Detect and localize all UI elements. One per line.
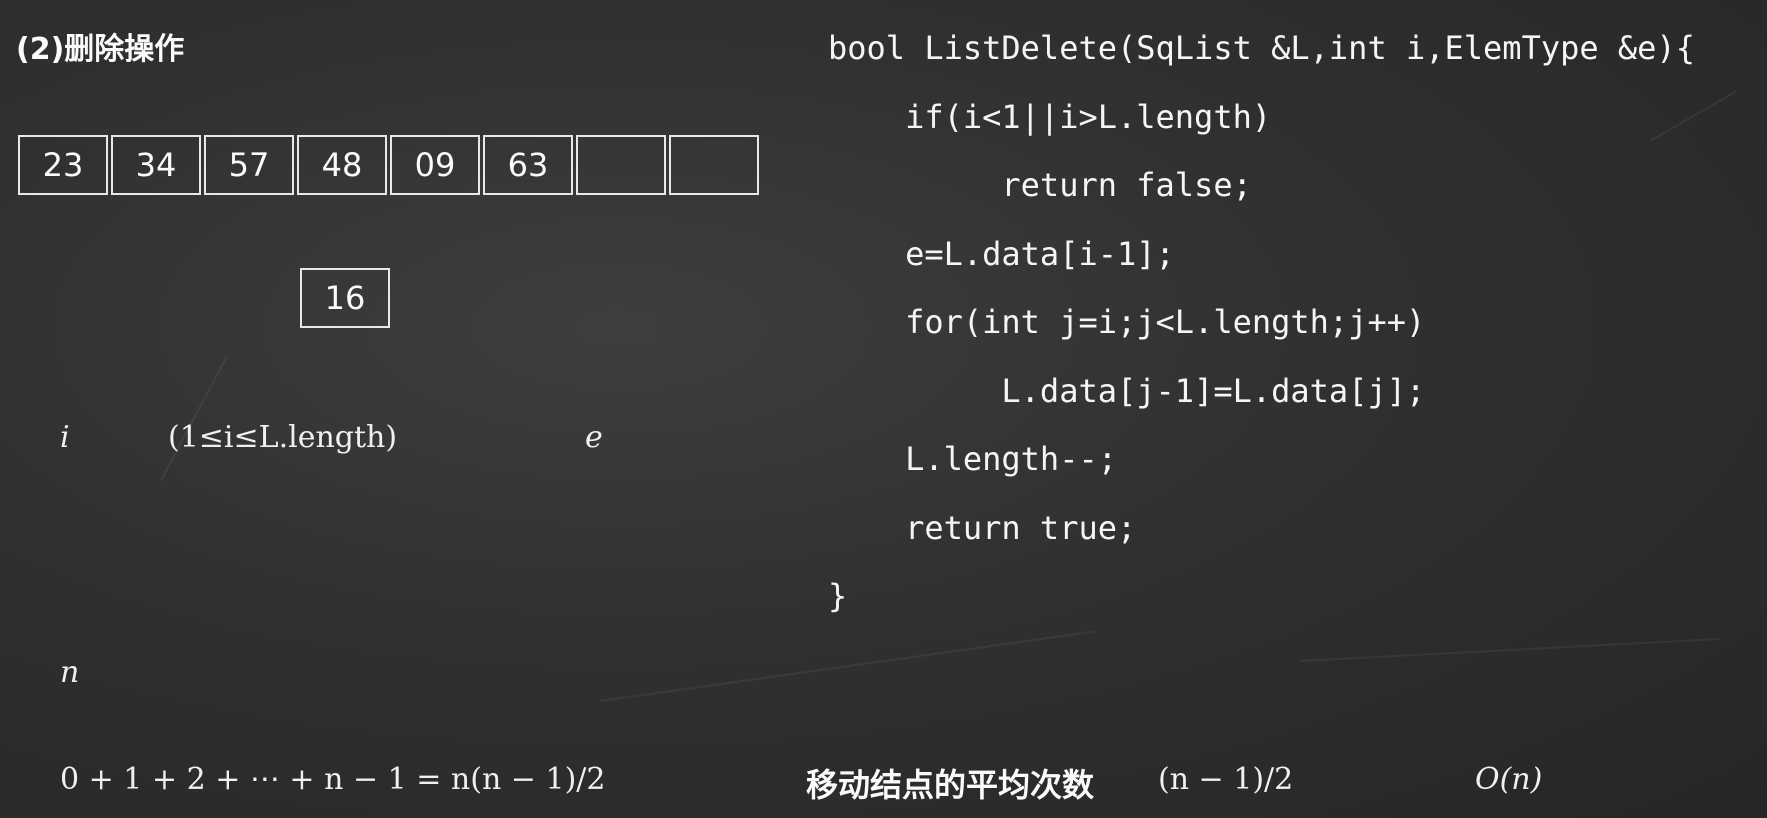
code-line: bool ListDelete(SqList &L,int i,ElemType… <box>828 29 1695 67</box>
section-title: (2)删除操作 <box>16 32 185 67</box>
math-range: (1≤i≤L.length) <box>168 420 398 455</box>
average-moves-label: 移动结点的平均次数 <box>806 766 1095 804</box>
array-cell: 48 <box>297 135 387 195</box>
math-n-label: n <box>60 655 80 690</box>
math-i-label: i <box>60 420 70 455</box>
code-line: for(int j=i;j<L.length;j++) <box>828 303 1426 341</box>
deleted-element-box: 16 <box>300 268 390 328</box>
math-e-label: e <box>585 420 603 455</box>
array-cell-empty <box>576 135 666 195</box>
math-average-value: (n − 1)/2 <box>1158 762 1294 797</box>
code-line: if(i<1||i>L.length) <box>828 98 1272 136</box>
code-line: L.data[j-1]=L.data[j]; <box>828 372 1426 410</box>
chalk-scratch <box>1300 638 1720 662</box>
code-line: return false; <box>828 166 1252 204</box>
chalk-scratch <box>1650 90 1738 142</box>
math-complexity: O(n) <box>1475 762 1543 797</box>
code-line: e=L.data[i-1]; <box>828 235 1175 273</box>
math-sum-formula: 0 + 1 + 2 + ⋯ + n − 1 = n(n − 1)/2 <box>60 762 606 797</box>
array-cell: 63 <box>483 135 573 195</box>
array-cell: 57 <box>204 135 294 195</box>
array-cell: 09 <box>390 135 480 195</box>
array-cell: 34 <box>111 135 201 195</box>
array-cell-empty <box>669 135 759 195</box>
array-cell: 23 <box>18 135 108 195</box>
code-line: } <box>828 577 848 615</box>
code-line: L.length--; <box>828 440 1117 478</box>
chalk-scratch <box>160 356 228 481</box>
sequence-list-array: 23 34 57 48 09 63 <box>18 135 762 195</box>
chalk-scratch <box>600 630 1096 702</box>
code-line: return true; <box>828 509 1137 547</box>
